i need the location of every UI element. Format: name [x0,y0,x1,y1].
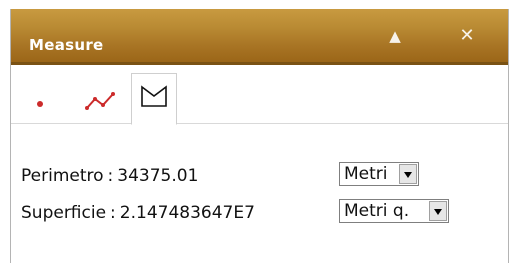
collapse-button[interactable]: ▲ [385,26,405,46]
polyline-icon [85,92,115,110]
area-label-text: Superficie [21,203,107,223]
close-button[interactable]: ✕ [457,26,477,46]
area-separator: : [110,203,116,223]
perimeter-label: Perimetro:34375.01 [21,166,198,186]
chevron-down-icon[interactable] [399,164,417,184]
perimeter-unit-select[interactable]: Metri [339,162,419,186]
measure-tool-tabs [11,65,508,125]
tab-area[interactable] [131,73,177,125]
chevron-down-icon[interactable] [429,201,447,221]
area-value: 2.147483647E7 [119,203,255,223]
perimeter-separator: : [107,166,114,186]
panel-title: Measure [29,36,104,54]
polygon-icon [141,85,167,107]
perimeter-value: 34375.01 [117,166,199,186]
perimeter-label-text: Perimetro [21,166,104,186]
panel-titlebar: Measure ▲ ✕ [11,9,508,65]
perimeter-unit-value: Metri [344,164,388,184]
measure-panel: Measure ▲ ✕ Perimetro:34375.01 Metri Sup… [10,9,509,263]
tab-line[interactable] [83,77,117,117]
area-label: Superficie:2.147483647E7 [21,203,255,223]
area-unit-select[interactable]: Metri q. [339,199,449,223]
area-unit-value: Metri q. [344,201,410,221]
tab-point[interactable] [27,77,61,117]
point-icon [37,101,43,107]
